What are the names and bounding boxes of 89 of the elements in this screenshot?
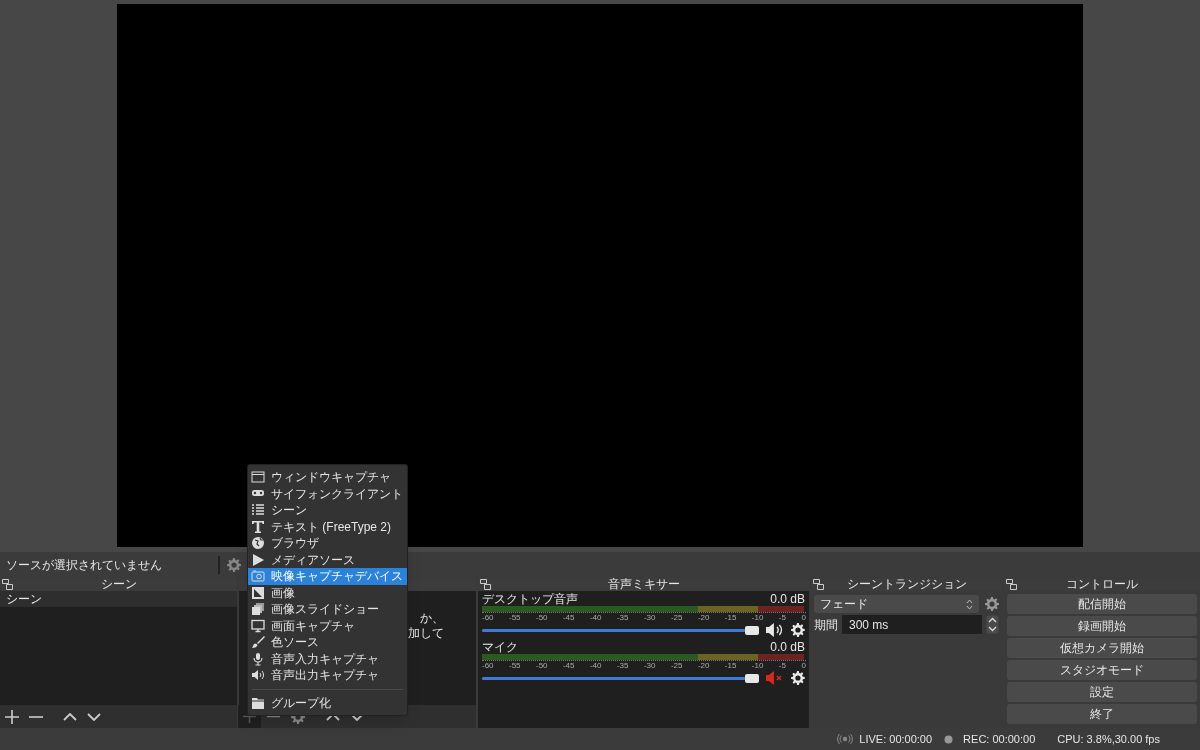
scene-item[interactable]: シーン: [0, 591, 237, 607]
scale-label: -60: [482, 613, 494, 622]
scale-label: -55: [509, 613, 521, 622]
rec-time: REC: 00:00:00: [963, 731, 1036, 747]
dock-title: 音声ミキサー: [607, 578, 680, 591]
dock-title: シーントランジション: [846, 578, 967, 591]
menu-item[interactable]: ウィンドウキャプチャ: [248, 469, 407, 486]
scale-label: -25: [670, 613, 683, 622]
dock-float-icon[interactable]: [480, 579, 491, 590]
menu-item[interactable]: テキスト (FreeType 2): [248, 518, 407, 535]
scale-label: -20: [697, 613, 710, 622]
scale-label: -50: [535, 661, 548, 670]
scale-label: -50: [535, 613, 548, 622]
spin-buttons-icon[interactable]: [986, 615, 999, 634]
scale-label: -15: [724, 613, 737, 622]
dock-float-icon[interactable]: [813, 579, 824, 590]
scale-label: 0: [801, 661, 806, 670]
menu-item[interactable]: 音声出力キャプチャ: [248, 667, 407, 684]
control-button[interactable]: 仮想カメラ開始: [1007, 638, 1197, 658]
scale-label: -55: [509, 661, 521, 670]
folder-icon: [251, 695, 265, 710]
speaker-icon: [251, 668, 265, 683]
control-button[interactable]: 配信開始: [1007, 594, 1197, 614]
hint-text: 加して: [408, 626, 444, 641]
scale-label: -45: [562, 661, 575, 670]
channel-name: マイク: [482, 641, 518, 654]
slider-thumb[interactable]: [745, 625, 760, 635]
menu-item[interactable]: シーン: [248, 502, 407, 519]
scale-label: -35: [616, 613, 629, 622]
scale-label: -40: [589, 661, 602, 670]
record-dot-icon: [944, 734, 954, 744]
microphone-icon: [251, 651, 265, 666]
menu-item[interactable]: 音声入力キャプチャ: [248, 650, 407, 667]
settings-icon[interactable]: [791, 623, 805, 637]
volume-reading: 0.0 dB: [770, 593, 805, 606]
scale-label: -30: [643, 613, 656, 622]
play-icon: [251, 552, 265, 567]
scale-label: -40: [589, 613, 602, 622]
scale-label: -25: [670, 661, 683, 670]
duration-label: 期間: [814, 616, 838, 634]
menu-item[interactable]: 色ソース: [248, 634, 407, 651]
scale-label: -5: [778, 613, 786, 622]
text-tool-icon: [251, 519, 265, 534]
menu-item[interactable]: メディアソース: [248, 551, 407, 568]
list-icon: [251, 503, 265, 518]
dock-float-icon[interactable]: [1006, 579, 1017, 590]
menu-item[interactable]: 画像: [248, 584, 407, 601]
scale-label: -10: [751, 661, 764, 670]
scale-label: -45: [562, 613, 575, 622]
brush-icon: [251, 635, 265, 650]
scale-label: -30: [643, 661, 656, 670]
scale-label: -60: [482, 661, 494, 670]
image-icon: [251, 585, 265, 600]
broadcast-icon: [837, 733, 854, 745]
no-source-label: ソースが選択されていません: [5, 556, 163, 574]
scale-label: -10: [751, 613, 764, 622]
menu-item[interactable]: 画面キャプチャ: [248, 617, 407, 634]
duration-field[interactable]: 300 ms: [842, 615, 982, 634]
cpu-fps-label: CPU: 3.8%,30.00 fps: [1057, 731, 1160, 747]
stepper-icon: [966, 598, 973, 610]
menu-item[interactable]: サイフォンクライアント: [248, 485, 407, 502]
channel-name: デスクトップ音声: [482, 593, 578, 606]
scale-label: -20: [697, 661, 710, 670]
control-button[interactable]: 終了: [1007, 704, 1197, 724]
menu-item[interactable]: 映像キャプチャデバイス: [248, 568, 407, 585]
scale-label: -15: [724, 661, 737, 670]
dock-title: シーン: [100, 578, 137, 591]
window-icon: [251, 470, 265, 485]
menu-item[interactable]: 画像スライドショー: [248, 601, 407, 618]
dock-title: コントロール: [1066, 578, 1138, 591]
volume-reading: 0.0 dB: [770, 641, 805, 654]
menu-item[interactable]: グループ化: [248, 694, 407, 711]
slider-thumb[interactable]: [745, 673, 760, 683]
settings-icon[interactable]: [791, 671, 805, 685]
monitor-icon: [251, 618, 265, 633]
scale-label: -5: [778, 661, 786, 670]
transition-dropdown[interactable]: フェード: [814, 595, 979, 613]
control-button[interactable]: スタジオモード: [1007, 660, 1197, 680]
menu-item[interactable]: ブラウザ: [248, 535, 407, 552]
dock-float-icon[interactable]: [2, 579, 13, 590]
camera-icon: [251, 569, 265, 584]
scale-label: 0: [801, 613, 806, 622]
hint-text: か、: [420, 611, 444, 626]
scale-label: -35: [616, 661, 629, 670]
globe-icon: [251, 536, 265, 551]
control-button[interactable]: 録画開始: [1007, 616, 1197, 636]
control-button[interactable]: 設定: [1007, 682, 1197, 702]
live-time: LIVE: 00:00:00: [859, 731, 933, 747]
slideshow-icon: [251, 602, 265, 617]
